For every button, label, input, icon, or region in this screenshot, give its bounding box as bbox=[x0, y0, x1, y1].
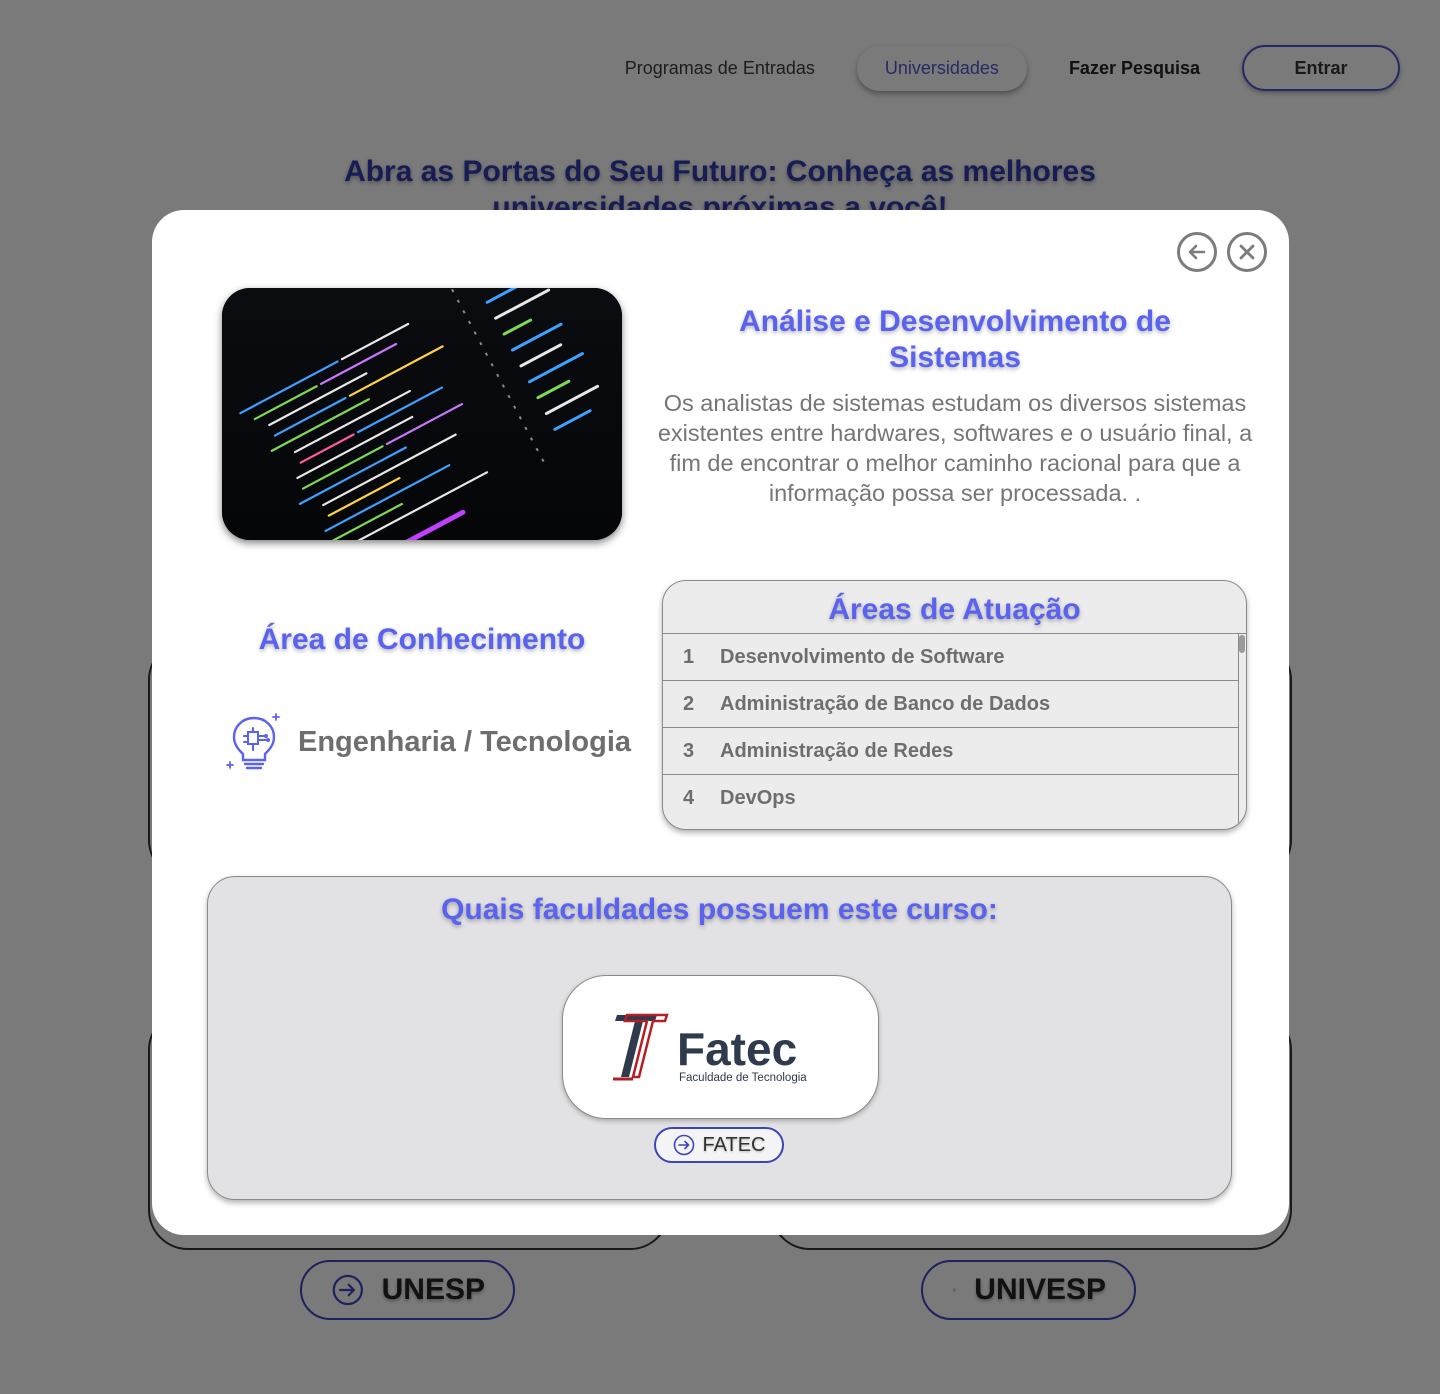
areas-title: Áreas de Atuação bbox=[663, 581, 1246, 634]
schools-panel: Quais faculdades possuem este curso: Fat… bbox=[207, 876, 1232, 1200]
list-item-number: 4 bbox=[683, 787, 695, 809]
list-item-label: Desenvolvimento de Software bbox=[720, 645, 1005, 668]
fatec-logo: Fatec Faculdade de Tecnologia bbox=[612, 1013, 807, 1084]
list-item-label: Administração de Redes bbox=[720, 739, 954, 762]
course-description: Os analistas de sistemas estudam os dive… bbox=[657, 390, 1253, 506]
list-item-label: Administração de Banco de Dados bbox=[720, 692, 1051, 715]
areas-scrollbar[interactable] bbox=[1238, 634, 1246, 829]
areas-panel: Áreas de Atuação 1 Desenvolvimento de So… bbox=[662, 580, 1247, 830]
modal-controls bbox=[1177, 232, 1267, 272]
arrow-right-circle-icon bbox=[673, 1134, 694, 1156]
list-item: 3 Administração de Redes bbox=[663, 728, 1238, 775]
list-item-label: DevOps bbox=[720, 787, 796, 809]
code-screen-illustration bbox=[222, 288, 622, 540]
list-item: 2 Administração de Banco de Dados bbox=[663, 681, 1238, 728]
list-item: 4 DevOps bbox=[663, 775, 1238, 822]
knowledge-area: Engenharia / Tecnologia bbox=[224, 710, 631, 774]
fatec-logo-subtitle: Faculdade de Tecnologia bbox=[679, 1072, 807, 1084]
knowledge-area-label: Engenharia / Tecnologia bbox=[298, 725, 632, 758]
lightbulb-tech-icon bbox=[226, 713, 280, 770]
close-button[interactable] bbox=[1227, 232, 1267, 272]
close-icon bbox=[1239, 244, 1255, 260]
course-image bbox=[222, 288, 622, 540]
list-item-number: 1 bbox=[683, 645, 695, 668]
fatec-logo-card[interactable]: Fatec Faculdade de Tecnologia bbox=[562, 975, 879, 1119]
course-modal: Análise e Desenvolvimento de Sistemas Os… bbox=[152, 210, 1289, 1235]
list-item: 1 Desenvolvimento de Software bbox=[663, 634, 1238, 681]
fatec-button[interactable]: FATEC bbox=[654, 1127, 784, 1163]
fatec-logo-wordmark: Fatec bbox=[677, 1023, 797, 1075]
list-item-number: 3 bbox=[683, 739, 695, 762]
course-title: Análise e Desenvolvimento de Sistemas bbox=[739, 305, 1171, 374]
knowledge-area-title: Área de Conhecimento bbox=[258, 623, 586, 656]
back-button[interactable] bbox=[1177, 232, 1217, 272]
arrow-left-icon bbox=[1188, 244, 1206, 260]
list-item-number: 2 bbox=[683, 692, 695, 715]
areas-list: 1 Desenvolvimento de Software 2 Administ… bbox=[663, 634, 1238, 822]
areas-scrollbar-thumb[interactable] bbox=[1239, 635, 1245, 653]
fatec-button-label: FATEC bbox=[702, 1133, 766, 1156]
schools-title: Quais faculdades possuem este curso: bbox=[441, 893, 998, 926]
